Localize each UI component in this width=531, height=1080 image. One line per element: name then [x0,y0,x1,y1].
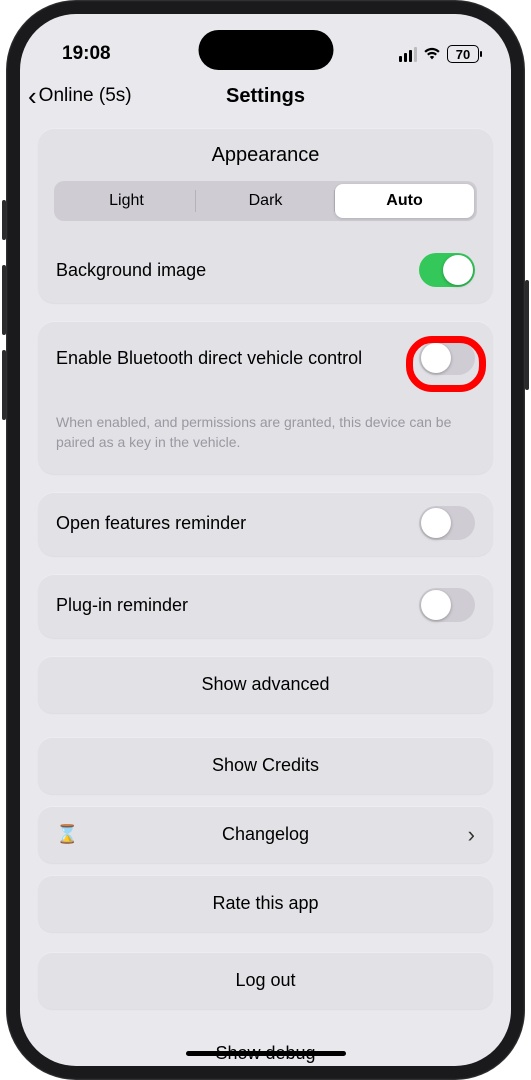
plugin-reminder-label: Plug-in reminder [56,595,188,616]
logout-button[interactable]: Log out [38,952,493,1009]
hourglass-icon: ⌛ [56,824,78,845]
appearance-card: Appearance Light Dark Auto Background im… [38,128,493,303]
theme-segment-control[interactable]: Light Dark Auto [54,181,477,221]
plugin-reminder-toggle[interactable] [419,588,475,622]
bluetooth-card: Enable Bluetooth direct vehicle control … [38,321,493,474]
bluetooth-control-toggle[interactable] [419,341,475,375]
appearance-header: Appearance [38,128,493,181]
chevron-right-icon: › [468,822,475,848]
back-label: Online (5s) [39,85,132,107]
battery-icon: 70 [447,45,479,63]
background-image-toggle[interactable] [419,253,475,287]
page-title: Settings [226,85,305,108]
plugin-reminder-card: Plug-in reminder [38,574,493,638]
segment-auto[interactable]: Auto [335,184,474,218]
chevron-left-icon: ‹ [28,83,37,109]
bluetooth-helper-text: When enabled, and permissions are grante… [38,395,493,474]
wifi-icon [423,47,441,61]
open-features-toggle[interactable] [419,506,475,540]
rate-app-button[interactable]: Rate this app [38,875,493,932]
show-advanced-button[interactable]: Show advanced [38,656,493,713]
dynamic-island [198,30,333,70]
bluetooth-control-label: Enable Bluetooth direct vehicle control [56,348,374,369]
changelog-button[interactable]: ⌛ Changelog › [38,806,493,863]
status-time: 19:08 [62,43,111,65]
background-image-label: Background image [56,260,206,281]
open-features-card: Open features reminder [38,492,493,556]
cellular-icon [399,47,417,62]
segment-dark[interactable]: Dark [196,184,335,218]
show-credits-button[interactable]: Show Credits [38,737,493,794]
segment-light[interactable]: Light [57,184,196,218]
back-button[interactable]: ‹ Online (5s) [28,83,132,109]
home-indicator[interactable] [186,1051,346,1056]
open-features-label: Open features reminder [56,513,246,534]
